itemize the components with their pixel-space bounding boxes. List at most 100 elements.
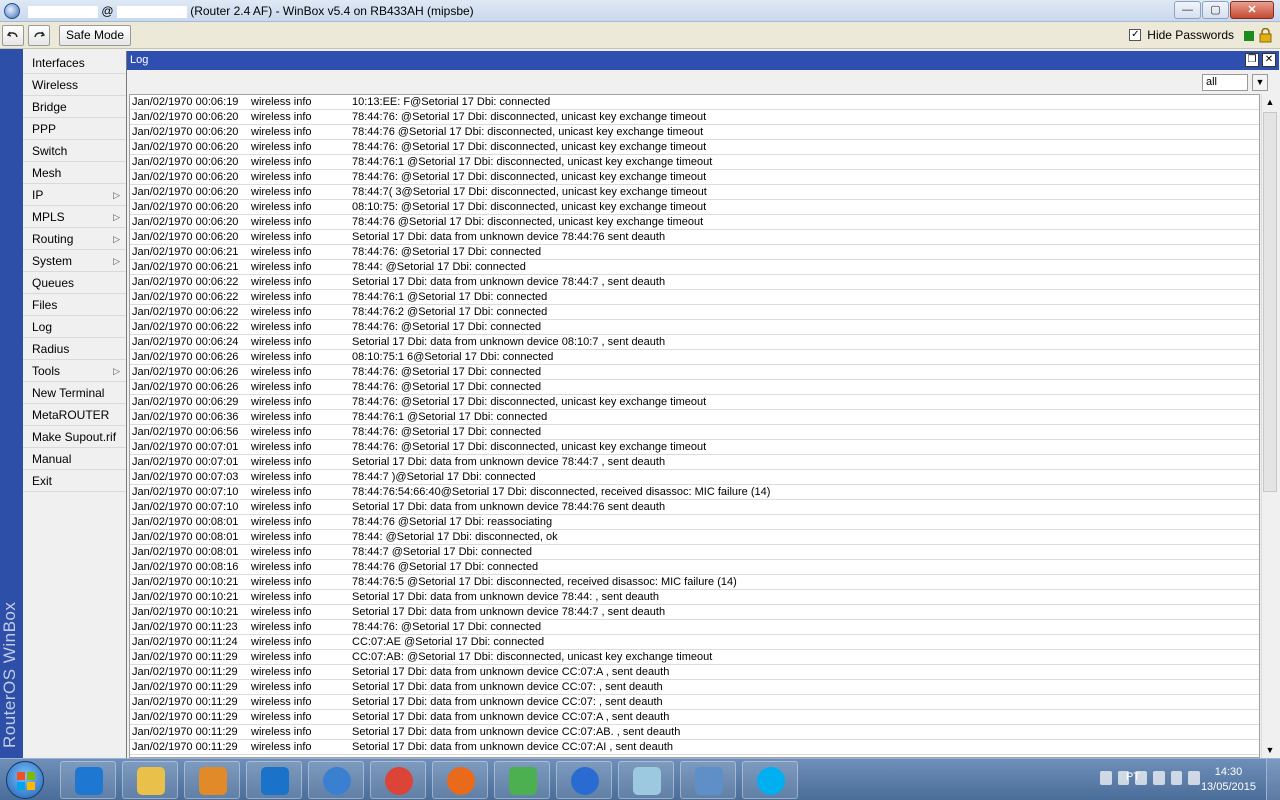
taskbar-app-notepad[interactable] [618, 761, 674, 799]
table-row[interactable]: Jan/02/1970 00:11:29 wireless info Setoria… [130, 710, 1259, 725]
table-row[interactable]: Jan/02/1970 00:11:23 wireless info 78:44:7… [130, 620, 1259, 635]
table-row[interactable]: Jan/02/1970 00:06:20 wireless info 78:44:7… [130, 185, 1259, 200]
table-row[interactable]: Jan/02/1970 00:06:20 wireless info 78:44:7… [130, 125, 1259, 140]
scroll-thumb[interactable] [1263, 112, 1277, 492]
close-window-button[interactable]: ✕ [1262, 53, 1276, 67]
close-button[interactable]: ✕ [1230, 1, 1274, 19]
taskbar-app-internet-explorer[interactable] [60, 761, 116, 799]
table-row[interactable]: Jan/02/1970 00:06:24 wireless info Setoria… [130, 335, 1259, 350]
table-row[interactable]: Jan/02/1970 00:08:01 wireless info 78:44: … [130, 530, 1259, 545]
restore-window-button[interactable]: ❐ [1245, 53, 1259, 67]
hide-passwords-toggle[interactable]: ✓ Hide Passwords [1129, 28, 1234, 42]
start-button[interactable] [6, 761, 44, 799]
topic-filter-select[interactable]: all [1202, 74, 1248, 91]
menu-item-bridge[interactable]: Bridge [23, 96, 126, 118]
menu-item-wireless[interactable]: Wireless [23, 74, 126, 96]
table-row[interactable]: Jan/02/1970 00:07:01 wireless info 78:44:7… [130, 440, 1259, 455]
table-row[interactable]: Jan/02/1970 00:06:26 wireless info 08:10:7… [130, 350, 1259, 365]
menu-item-routing[interactable]: Routing ▷ [23, 228, 126, 250]
menu-item-ip[interactable]: IP ▷ [23, 184, 126, 206]
table-row[interactable]: Jan/02/1970 00:11:29 wireless info CC:07:A… [130, 650, 1259, 665]
taskbar-app-chrome[interactable] [370, 761, 426, 799]
table-row[interactable]: Jan/02/1970 00:07:10 wireless info 78:44:7… [130, 485, 1259, 500]
table-row[interactable]: Jan/02/1970 00:07:03 wireless info 78:44:7… [130, 470, 1259, 485]
scroll-down-icon[interactable]: ▼ [1262, 742, 1278, 758]
menu-item-mpls[interactable]: MPLS ▷ [23, 206, 126, 228]
taskbar-app-winbox[interactable] [308, 761, 364, 799]
table-row[interactable]: Jan/02/1970 00:06:20 wireless info 78:44:7… [130, 215, 1259, 230]
table-row[interactable]: Jan/02/1970 00:06:56 wireless info 78:44:7… [130, 425, 1259, 440]
table-row[interactable]: Jan/02/1970 00:06:20 wireless info Setoria… [130, 230, 1259, 245]
table-row[interactable]: Jan/02/1970 00:10:21 wireless info Setoria… [130, 605, 1259, 620]
table-row[interactable]: Jan/02/1970 00:06:21 wireless info 78:44: … [130, 260, 1259, 275]
table-row[interactable]: Jan/02/1970 00:10:21 wireless info Setoria… [130, 590, 1259, 605]
table-row[interactable]: Jan/02/1970 00:06:19 wireless info 10:13:E… [130, 95, 1259, 110]
vertical-scrollbar[interactable]: ▲ ▼ [1261, 94, 1278, 758]
menu-item-ppp[interactable]: PPP [23, 118, 126, 140]
table-row[interactable]: Jan/02/1970 00:08:01 wireless info 78:44:7… [130, 515, 1259, 530]
volume-icon[interactable] [1135, 771, 1148, 785]
table-row[interactable]: Jan/02/1970 00:06:20 wireless info 78:44:7… [130, 110, 1259, 125]
table-row[interactable]: Jan/02/1970 00:06:22 wireless info Setoria… [130, 275, 1259, 290]
chevron-up-icon[interactable] [1117, 771, 1130, 785]
table-row[interactable]: Jan/02/1970 00:06:20 wireless info 78:44:7… [130, 140, 1259, 155]
taskbar-app-skype[interactable] [742, 761, 798, 799]
menu-item-interfaces[interactable]: Interfaces [23, 52, 126, 74]
table-row[interactable]: Jan/02/1970 00:06:22 wireless info 78:44:7… [130, 320, 1259, 335]
table-row[interactable]: Jan/02/1970 00:06:20 wireless info 78:44:7… [130, 155, 1259, 170]
table-row[interactable]: Jan/02/1970 00:06:20 wireless info 08:10:7… [130, 200, 1259, 215]
hide-passwords-checkbox[interactable]: ✓ [1129, 29, 1142, 41]
clock[interactable]: 14:30 13/05/2015 [1201, 765, 1256, 795]
menu-item-switch[interactable]: Switch [23, 140, 126, 162]
table-row[interactable]: Jan/02/1970 00:08:16 wireless info 78:44:7… [130, 560, 1259, 575]
taskbar-app-file-explorer[interactable] [122, 761, 178, 799]
taskbar-app-teamviewer[interactable] [246, 761, 302, 799]
table-row[interactable]: Jan/02/1970 00:06:22 wireless info 78:44:7… [130, 305, 1259, 320]
table-row[interactable]: Jan/02/1970 00:06:21 wireless info 78:44:7… [130, 245, 1259, 260]
scroll-up-icon[interactable]: ▲ [1262, 94, 1278, 110]
taskbar-app-firefox[interactable] [432, 761, 488, 799]
undo-button[interactable] [2, 25, 24, 46]
menu-item-log[interactable]: Log [23, 316, 126, 338]
table-row[interactable]: Jan/02/1970 00:10:21 wireless info 78:44:7… [130, 575, 1259, 590]
show-desktop-button[interactable] [1266, 759, 1280, 800]
table-row[interactable]: Jan/02/1970 00:06:29 wireless info 78:44:7… [130, 395, 1259, 410]
table-row[interactable]: Jan/02/1970 00:11:24 wireless info CC:07:A… [130, 635, 1259, 650]
menu-item-files[interactable]: Files [23, 294, 126, 316]
menu-item-new-terminal[interactable]: New Terminal [23, 382, 126, 404]
table-row[interactable]: Jan/02/1970 00:06:22 wireless info 78:44:7… [130, 290, 1259, 305]
table-row[interactable]: Jan/02/1970 00:06:26 wireless info 78:44:7… [130, 365, 1259, 380]
maximize-button[interactable]: ▢ [1202, 1, 1229, 19]
table-row[interactable]: Jan/02/1970 00:11:29 wireless info Setoria… [130, 680, 1259, 695]
menu-item-system[interactable]: System ▷ [23, 250, 126, 272]
table-row[interactable]: Jan/02/1970 00:07:10 wireless info Setoria… [130, 500, 1259, 515]
table-row[interactable]: Jan/02/1970 00:06:36 wireless info 78:44:7… [130, 410, 1259, 425]
taskbar-app-game[interactable] [494, 761, 550, 799]
redo-button[interactable] [28, 25, 50, 46]
table-row[interactable]: Jan/02/1970 00:11:29 wireless info Setoria… [130, 665, 1259, 680]
table-row[interactable]: Jan/02/1970 00:11:29 wireless info Setoria… [130, 740, 1259, 755]
minimize-button[interactable]: — [1174, 1, 1201, 19]
menu-item-manual[interactable]: Manual [23, 448, 126, 470]
taskbar-app-google-earth[interactable] [556, 761, 612, 799]
menu-item-tools[interactable]: Tools ▷ [23, 360, 126, 382]
menu-item-exit[interactable]: Exit [23, 470, 126, 492]
avast-icon[interactable] [1153, 771, 1165, 785]
safe-mode-button[interactable]: Safe Mode [59, 25, 131, 46]
menu-item-radius[interactable]: Radius [23, 338, 126, 360]
table-row[interactable]: Jan/02/1970 00:06:20 wireless info 78:44:7… [130, 170, 1259, 185]
table-row[interactable]: Jan/02/1970 00:11:29 wireless info Setoria… [130, 695, 1259, 710]
flag-icon[interactable] [1170, 771, 1183, 785]
menu-item-make-supout-rif[interactable]: Make Supout.rif [23, 426, 126, 448]
menu-item-queues[interactable]: Queues [23, 272, 126, 294]
menu-item-metarouter[interactable]: MetaROUTER [23, 404, 126, 426]
keyboard-icon[interactable] [1100, 771, 1112, 785]
taskbar-app-media-player[interactable] [184, 761, 240, 799]
table-row[interactable]: Jan/02/1970 00:08:01 wireless info 78:44:7… [130, 545, 1259, 560]
table-row[interactable]: Jan/02/1970 00:06:26 wireless info 78:44:7… [130, 380, 1259, 395]
table-row[interactable]: Jan/02/1970 00:07:01 wireless info Setoria… [130, 455, 1259, 470]
taskbar-app-control-panel[interactable] [680, 761, 736, 799]
menu-item-mesh[interactable]: Mesh [23, 162, 126, 184]
chevron-down-icon[interactable]: ▼ [1252, 74, 1268, 91]
network-icon[interactable] [1188, 771, 1201, 785]
